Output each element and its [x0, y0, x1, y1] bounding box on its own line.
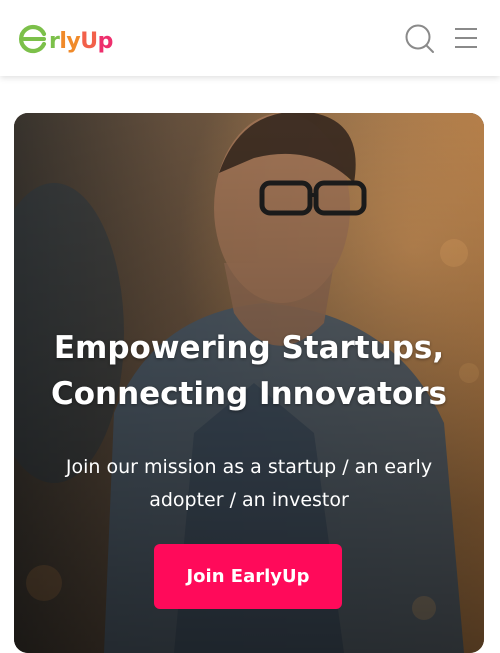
top-header: rlyUp	[0, 0, 500, 76]
join-earlyup-button[interactable]: Join EarlyUp	[154, 544, 342, 609]
earlyup-logo[interactable]: rlyUp	[18, 16, 113, 60]
logo-wordmark: rlyUp	[49, 28, 113, 54]
hero-banner: Empowering Startups, Connecting Innovato…	[14, 113, 484, 653]
search-icon[interactable]	[402, 21, 436, 55]
hero-subtitle: Join our mission as a startup / an early…	[65, 456, 433, 511]
hero-title: Empowering Startups, Connecting Innovato…	[50, 330, 448, 412]
logo-e-mark-icon	[19, 24, 47, 54]
hamburger-menu-icon[interactable]	[452, 25, 480, 51]
